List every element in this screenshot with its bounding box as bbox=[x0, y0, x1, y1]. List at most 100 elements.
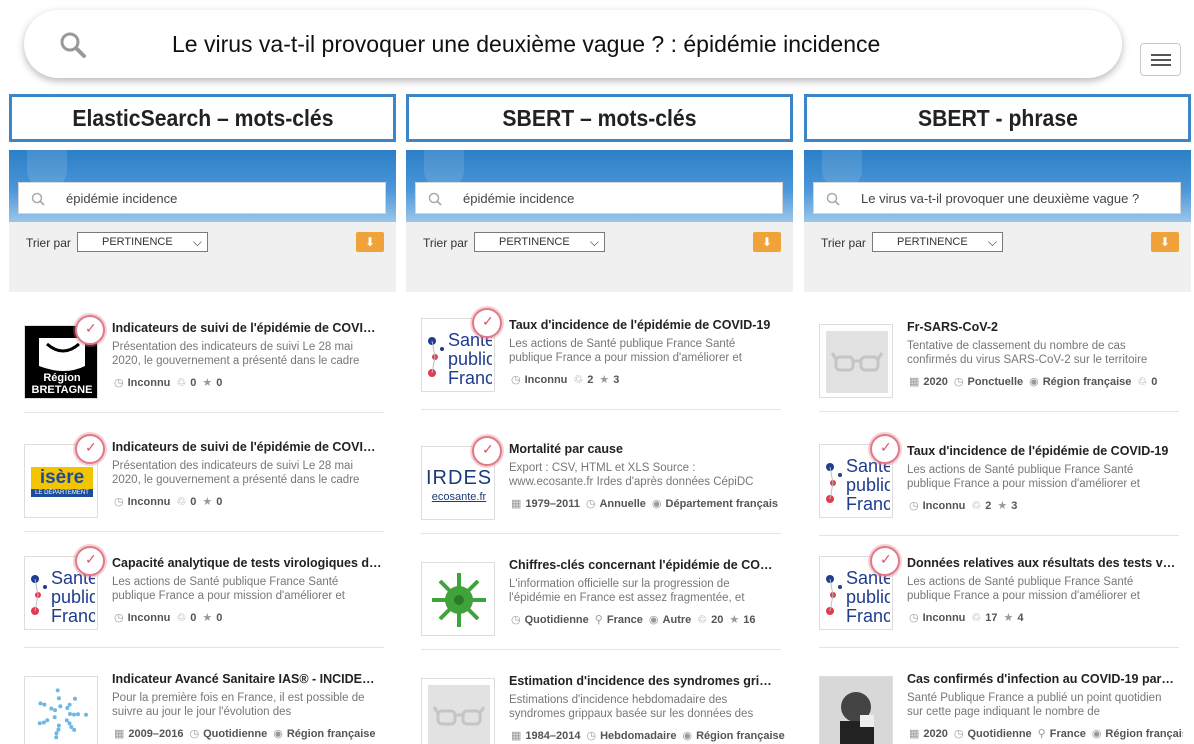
search-banner: épidémie incidence bbox=[9, 150, 396, 222]
column-title: ElasticSearch – mots-clés bbox=[9, 94, 396, 142]
thumb-label: Santé publique France bbox=[846, 457, 890, 514]
hamburger-menu-icon bbox=[1151, 54, 1171, 56]
result-item[interactable]: Santé publique France Taux d'incidence de… bbox=[421, 308, 781, 410]
placeholder-glasses-image bbox=[428, 685, 490, 744]
result-title[interactable]: Capacité analytique de tests virologique… bbox=[112, 556, 382, 570]
sort-select[interactable]: PERTINENCE ⌵ bbox=[77, 232, 208, 252]
granularity-value: Région française bbox=[696, 730, 785, 742]
frequency-value: Inconnu bbox=[922, 500, 966, 512]
clock-icon: ◷ bbox=[114, 612, 124, 624]
search-banner: épidémie incidence bbox=[406, 150, 793, 222]
search-input[interactable]: Le virus va-t-il provoquer une deuxième … bbox=[813, 182, 1181, 214]
result-title[interactable]: Données relatives aux résultats des test… bbox=[907, 556, 1177, 570]
result-thumbnail bbox=[24, 676, 98, 744]
frequency-value: Inconnu bbox=[524, 374, 568, 386]
search-input-value[interactable]: Le virus va-t-il provoquer une deuxième … bbox=[861, 191, 1139, 206]
chevron-down-icon: ⌵ bbox=[589, 235, 599, 249]
column-title: SBERT - phrase bbox=[804, 94, 1191, 142]
result-title[interactable]: Fr-SARS-CoV-2 bbox=[907, 320, 1177, 334]
reuse-count: 0 bbox=[190, 496, 197, 508]
clock-icon: ◷ bbox=[909, 500, 919, 512]
hamburger-menu-button[interactable] bbox=[1140, 43, 1181, 76]
granularity-icon: ◉ bbox=[651, 498, 662, 510]
result-thumbnail bbox=[819, 676, 893, 744]
star-icon: ★ bbox=[202, 496, 213, 508]
sort-toolbar: Trier par PERTINENCE ⌵ ⬇ bbox=[406, 222, 793, 292]
download-button[interactable]: ⬇ bbox=[753, 232, 781, 252]
result-item[interactable]: Région BRETAGNE Indicateurs de suivi de l… bbox=[24, 313, 384, 413]
result-metadata: ◷ Inconnu ♲ 0 ★ 0 bbox=[108, 611, 388, 624]
result-description: Export : CSV, HTML et XLS Source : www.e… bbox=[509, 462, 754, 488]
reuse-count: 0 bbox=[1151, 376, 1158, 388]
search-icon bbox=[428, 192, 442, 206]
result-metadata: ▦ 2009–2016 ◷ Quotidienne ◉ Région française bbox=[108, 727, 388, 740]
result-item[interactable]: IRDES ecosante.fr Mortalité par cause Expor… bbox=[421, 434, 781, 534]
granularity-value: Autre bbox=[662, 614, 692, 626]
clock-icon: ◷ bbox=[114, 496, 124, 508]
result-title[interactable]: Indicateurs de suivi de l'épidémie de CO… bbox=[112, 321, 382, 335]
result-metadata: ◷ Quotidienne ⚲ France ◉ Autre ♲ 20 ★ 16 bbox=[505, 613, 785, 626]
search-input-value[interactable]: épidémie incidence bbox=[66, 191, 177, 206]
sort-toolbar: Trier par PERTINENCE ⌵ ⬇ bbox=[9, 222, 396, 292]
result-title[interactable]: Chiffres-clés concernant l'épidémie de C… bbox=[509, 558, 779, 572]
download-icon: ⬇ bbox=[364, 235, 376, 249]
frequency-value: Inconnu bbox=[922, 612, 966, 624]
search-input[interactable]: épidémie incidence bbox=[18, 182, 386, 214]
search-input[interactable]: épidémie incidence bbox=[415, 182, 783, 214]
result-title[interactable]: Mortalité par cause bbox=[509, 442, 779, 456]
result-title[interactable]: Estimation d'incidence des syndromes gri… bbox=[509, 674, 779, 688]
star-count: 0 bbox=[216, 377, 223, 389]
download-button[interactable]: ⬇ bbox=[356, 232, 384, 252]
result-metadata: ▦ 1979–2011 ◷ Annuelle ◉ Département français bbox=[505, 497, 785, 510]
search-banner: Le virus va-t-il provoquer une deuxième … bbox=[804, 150, 1191, 222]
result-title[interactable]: Indicateurs de suivi de l'épidémie de CO… bbox=[112, 440, 382, 454]
download-button[interactable]: ⬇ bbox=[1151, 232, 1179, 252]
result-title[interactable]: Taux d'incidence de l'épidémie de COVID-… bbox=[509, 318, 779, 332]
result-item[interactable]: Santé publique France Données relatives a… bbox=[819, 546, 1179, 648]
result-item[interactable]: Cas confirmés d'infection au COVID-19 pa… bbox=[819, 664, 1183, 744]
granularity-value: Département français bbox=[665, 498, 779, 510]
certified-badge-icon bbox=[870, 434, 900, 464]
result-title[interactable]: Indicateur Avancé Sanitaire IAS® - INCID… bbox=[112, 672, 382, 686]
result-item[interactable]: Indicateur Avancé Sanitaire IAS® - INCID… bbox=[24, 664, 384, 744]
clock-icon: ◷ bbox=[585, 498, 596, 510]
result-item[interactable]: isèreLE DÉPARTEMENT Indicateurs de suivi … bbox=[24, 432, 384, 532]
period-value: 2020 bbox=[923, 728, 948, 740]
star-count: 0 bbox=[216, 612, 223, 624]
result-title[interactable]: Taux d'incidence de l'épidémie de COVID-… bbox=[907, 444, 1177, 458]
sort-select[interactable]: PERTINENCE ⌵ bbox=[872, 232, 1003, 252]
sort-select[interactable]: PERTINENCE ⌵ bbox=[474, 232, 605, 252]
location-pin-icon: ⚲ bbox=[1037, 728, 1046, 740]
period-value: 2009–2016 bbox=[128, 728, 184, 740]
placeholder-glasses-image bbox=[826, 331, 888, 393]
result-item[interactable]: Chiffres-clés concernant l'épidémie de C… bbox=[421, 550, 781, 650]
certified-badge-icon bbox=[75, 546, 105, 576]
result-thumbnail bbox=[819, 324, 893, 398]
certified-badge-icon bbox=[870, 546, 900, 576]
download-icon: ⬇ bbox=[761, 235, 773, 249]
results-list: Santé publique France Taux d'incidence de… bbox=[406, 292, 793, 744]
global-search-query[interactable]: Le virus va-t-il provoquer une deuxième … bbox=[172, 31, 880, 58]
granularity-value: Région française bbox=[286, 728, 376, 740]
result-description: Estimations d'incidence hebdomadaire des… bbox=[509, 694, 754, 720]
results-list: Fr-SARS-CoV-2 Tentative de classement du … bbox=[804, 292, 1191, 744]
calendar-icon: ▦ bbox=[114, 728, 125, 740]
period-value: 1979–2011 bbox=[525, 498, 580, 510]
result-metadata: ◷ Inconnu ♲ 0 ★ 0 bbox=[108, 376, 388, 389]
result-title[interactable]: Cas confirmés d'infection au COVID-19 pa… bbox=[907, 672, 1177, 686]
chevron-down-icon: ⌵ bbox=[192, 235, 202, 249]
result-item[interactable]: Santé publique France Taux d'incidence de… bbox=[819, 434, 1179, 536]
result-item[interactable]: Fr-SARS-CoV-2 Tentative de classement du … bbox=[819, 312, 1179, 412]
sort-select-value: PERTINENCE bbox=[102, 236, 173, 248]
result-item[interactable]: Santé publique France Capacité analytique… bbox=[24, 546, 384, 648]
column-title-text: SBERT – mots-clés bbox=[502, 104, 697, 131]
calendar-icon: ▦ bbox=[909, 728, 920, 740]
column-title-text: SBERT - phrase bbox=[917, 104, 1078, 131]
search-input-value[interactable]: épidémie incidence bbox=[463, 191, 574, 206]
frequency-value: Inconnu bbox=[127, 496, 171, 508]
result-item[interactable]: Estimation d'incidence des syndromes gri… bbox=[421, 666, 785, 744]
global-search-bar[interactable]: Le virus va-t-il provoquer une deuxième … bbox=[24, 10, 1122, 78]
star-count: 0 bbox=[216, 496, 223, 508]
column-title-text: ElasticSearch – mots-clés bbox=[71, 104, 334, 131]
star-count: 16 bbox=[743, 614, 756, 626]
